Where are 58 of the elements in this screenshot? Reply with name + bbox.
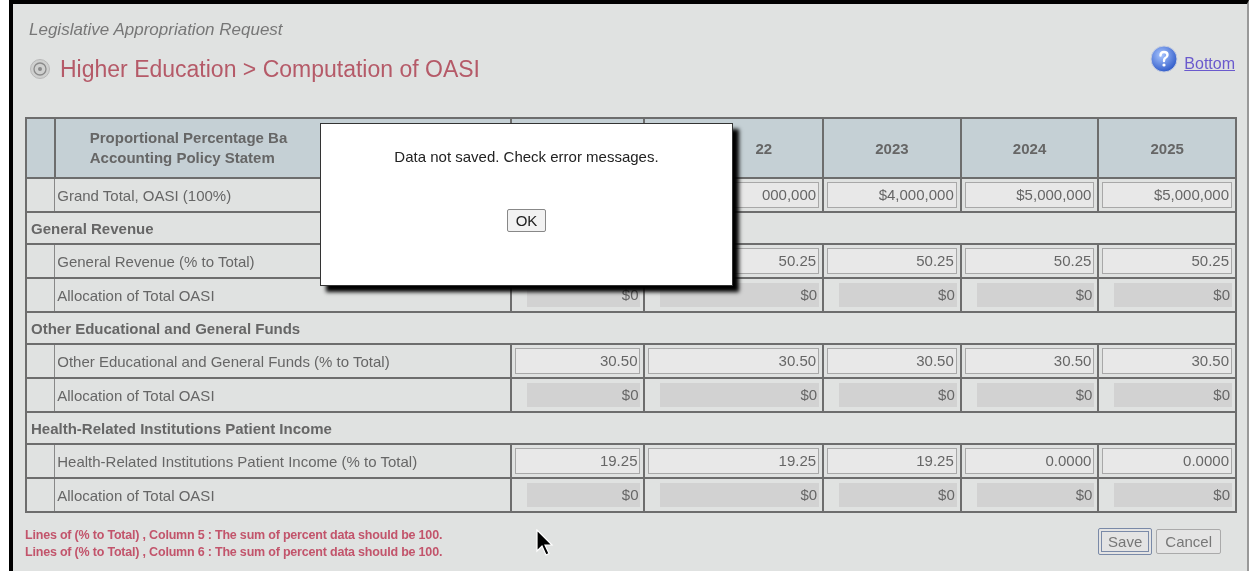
amount-field[interactable]: 30.50 [515, 348, 641, 374]
computed-value: $0 [660, 283, 820, 307]
row-gutter [26, 178, 55, 212]
amount-field[interactable]: 19.25 [827, 448, 957, 474]
bottom-link[interactable]: Bottom [1184, 55, 1235, 73]
computed-value: $0 [527, 483, 641, 507]
row-gutter [26, 378, 55, 412]
computed-value: $0 [1114, 283, 1232, 307]
computed-value: $0 [1114, 383, 1232, 407]
column-header: 2023 [823, 118, 961, 178]
amount-field[interactable]: 30.50 [648, 348, 820, 374]
row-label: Health-Related Institutions Patient Income (% to Total) [54, 444, 512, 478]
column-header: 2024 [960, 118, 1099, 178]
computed-value: $0 [976, 383, 1095, 407]
computed-value: $0 [839, 283, 957, 307]
computed-value: $0 [1114, 483, 1232, 507]
row-gutter [26, 278, 55, 312]
amount-field[interactable]: $4,000,000 [827, 182, 957, 208]
row-label: Other Educational and General Funds (% to Total) [54, 344, 512, 378]
amount-field[interactable]: 50.25 [1102, 248, 1232, 274]
ok-button[interactable]: OK [506, 209, 547, 232]
computed-value: $0 [839, 383, 957, 407]
form-button[interactable]: Cancel [1156, 529, 1221, 554]
form-button[interactable]: Save [1098, 528, 1153, 555]
amount-field[interactable]: $5,000,000 [1102, 182, 1232, 208]
page-title: Higher Education > Computation of OASI [60, 55, 481, 83]
computed-value: $0 [976, 283, 1095, 307]
row-gutter [26, 244, 55, 278]
column-header: 2025 [1098, 118, 1236, 178]
seal-icon [30, 59, 50, 79]
row-gutter [26, 478, 55, 512]
row-label: Allocation of Total OASI [54, 478, 512, 512]
app-title: Legislative Appropriation Request [29, 20, 284, 40]
amount-field[interactable]: 30.50 [964, 348, 1095, 374]
row-gutter [26, 444, 55, 478]
amount-field[interactable]: 50.25 [964, 248, 1095, 274]
computed-value: $0 [839, 483, 957, 507]
amount-field[interactable]: 30.50 [827, 348, 957, 374]
amount-field[interactable]: 0.0000 [1102, 448, 1232, 474]
amount-field[interactable]: 19.25 [515, 448, 641, 474]
amount-field[interactable]: 30.50 [1102, 348, 1232, 374]
amount-field[interactable]: $5,000,000 [964, 182, 1095, 208]
section-heading: Other Educational and General Funds [26, 312, 1236, 344]
error-message: Lines of (% to Total) , Column 6 : The sum of percent data should be 100. [25, 544, 443, 561]
computed-value: $0 [976, 483, 1095, 507]
cursor-icon [536, 529, 556, 557]
computed-value: $0 [660, 383, 820, 407]
amount-field[interactable]: 19.25 [648, 448, 820, 474]
amount-field[interactable]: 50.25 [827, 248, 957, 274]
computed-value: $0 [660, 483, 820, 507]
header-cell [26, 118, 55, 178]
computed-value: $0 [527, 383, 641, 407]
amount-field[interactable]: 0.0000 [964, 448, 1095, 474]
error-message: Lines of (% to Total) , Column 5 : The sum of percent data should be 100. [25, 527, 443, 544]
help-icon[interactable] [1150, 45, 1179, 73]
row-label: Allocation of Total OASI [54, 378, 512, 412]
row-gutter [26, 344, 55, 378]
section-heading: Health-Related Institutions Patient Income [26, 412, 1236, 444]
